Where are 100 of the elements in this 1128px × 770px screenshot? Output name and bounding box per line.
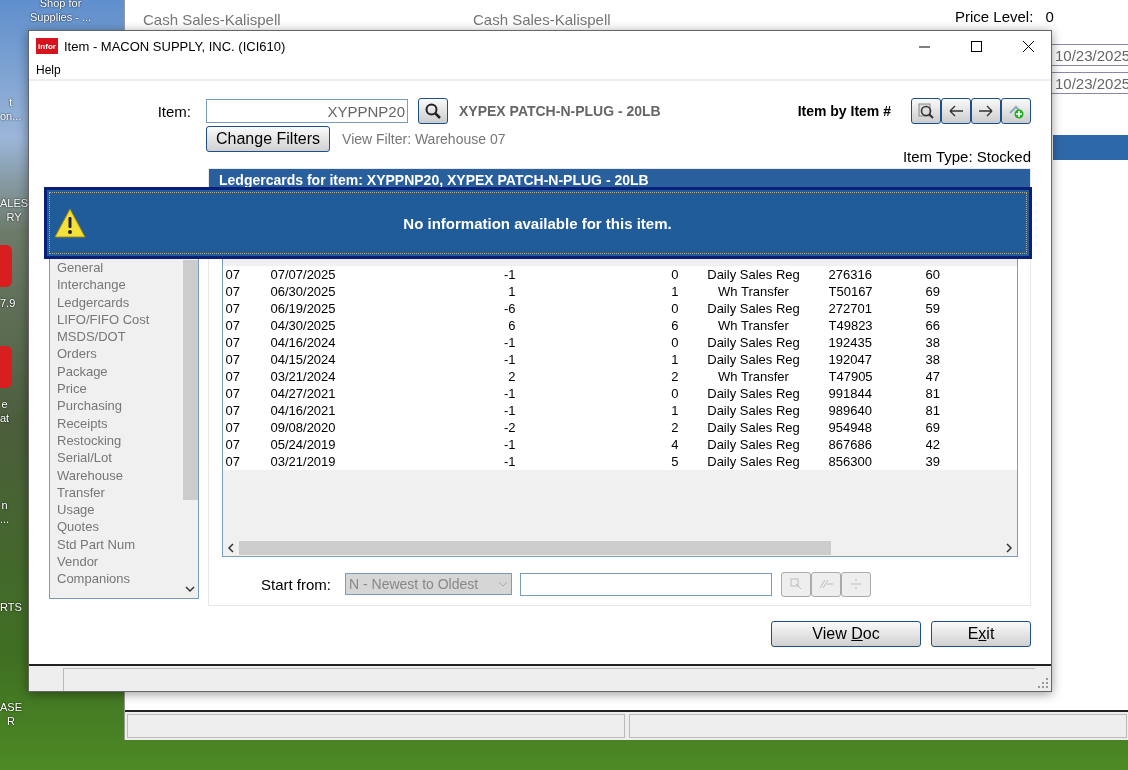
list-item[interactable]: Purchasing	[57, 397, 182, 415]
location-label: Cash Sales-Kalispell	[143, 11, 281, 28]
table-cell-text: 991844	[828, 385, 873, 402]
table-cell-text: 69	[925, 419, 941, 436]
table-cell-text: 07	[225, 266, 241, 283]
icon-label: R	[7, 714, 15, 728]
next-button[interactable]	[971, 98, 1001, 124]
list-item[interactable]: Transfer	[57, 483, 182, 502]
table-cell-text: Daily Sales Reg	[706, 300, 801, 317]
list-item[interactable]: Package	[57, 362, 182, 381]
table-cell-text: 5	[670, 453, 679, 470]
table-cell-text: Daily Sales Reg	[706, 334, 801, 351]
table-cell-text: 05/24/2019	[270, 436, 337, 453]
left-caret-icon[interactable]	[226, 543, 235, 553]
tool-icon	[788, 576, 804, 592]
table-cell-text: 81	[925, 402, 941, 419]
list-item[interactable]: General	[57, 259, 182, 277]
list-item[interactable]: Std Part Num	[57, 535, 182, 554]
table-cell-text: -1	[502, 351, 516, 368]
table-cell-text: 39	[925, 453, 941, 470]
change-filters-button[interactable]: Change Filters	[206, 126, 331, 152]
table-cell-text: -1	[502, 266, 516, 283]
table-cell-text: 38	[925, 351, 941, 368]
table-cell-text: 272701	[828, 300, 873, 317]
table-cell-text: 07	[225, 436, 241, 453]
icon-label: at	[0, 411, 10, 425]
right-caret-icon[interactable]	[1004, 543, 1013, 553]
maximize-icon	[970, 40, 982, 52]
table-cell-text: 03/21/2019	[270, 453, 337, 470]
menu-item[interactable]: Help	[36, 61, 61, 79]
table-cell-text: 66	[925, 317, 941, 334]
table-cell-text: -1	[502, 436, 516, 453]
table-cell-text: 38	[925, 334, 941, 351]
table-cell-text: Daily Sales Reg	[706, 266, 801, 283]
search-field[interactable]	[520, 572, 772, 596]
tool-icon	[848, 576, 864, 592]
table-cell-text: 59	[925, 300, 941, 317]
down-caret-icon[interactable]	[185, 585, 195, 593]
table-cell-text: Wh Transfer	[717, 368, 790, 385]
table-cell-text: 1	[670, 283, 679, 300]
icon-label: RY	[6, 210, 22, 224]
table-cell-text: 07	[225, 351, 241, 368]
list-item[interactable]: Orders	[57, 345, 182, 363]
table-cell-text: -1	[502, 402, 516, 419]
right-arrow-icon	[978, 103, 994, 119]
list-item[interactable]: Warehouse	[57, 466, 182, 484]
table-cell-text: 04/30/2025	[270, 317, 337, 334]
view-filter-label: View Filter: Warehouse 07	[342, 131, 506, 147]
table-cell-text: -1	[502, 453, 516, 470]
search-button[interactable]	[418, 98, 448, 124]
table-cell-text: 09/08/2020	[270, 419, 337, 436]
table-cell-text: 04/15/2024	[270, 351, 337, 368]
icon-label: t	[9, 95, 13, 109]
table-cell-text: Daily Sales Reg	[706, 436, 801, 453]
lookup-label: Item by Item #	[797, 103, 891, 119]
scrollbar-thumb[interactable]	[182, 260, 198, 500]
resize-grip-icon	[1038, 678, 1048, 688]
table-cell-text: 07	[225, 300, 241, 317]
list-item[interactable]: Quotes	[57, 518, 182, 536]
add-button[interactable]	[1001, 98, 1031, 124]
table-cell-text: 07	[225, 453, 241, 470]
list-item[interactable]: Receipts	[57, 414, 182, 432]
list-item[interactable]: Price	[57, 380, 182, 398]
field-label: Price Level:	[955, 8, 1034, 25]
exit-button[interactable]: Exit	[931, 621, 1031, 647]
icon-label: ASE	[0, 700, 22, 714]
list-item[interactable]: Companions	[57, 570, 182, 588]
icon-label: 7.9	[0, 296, 16, 310]
list-item[interactable]: Usage	[57, 501, 182, 519]
table-cell-text: -1	[502, 334, 516, 351]
item-field[interactable]: XYPPNP20	[206, 99, 408, 123]
list-item[interactable]: Serial/Lot	[57, 449, 182, 467]
scrollbar-thumb[interactable]	[238, 541, 831, 555]
table-cell-text: 04/16/2024	[270, 334, 337, 351]
table-cell-text: 6	[670, 317, 679, 334]
table-cell-text: 81	[925, 385, 941, 402]
table-cell-text: 07	[225, 385, 241, 402]
list-item[interactable]: LIFO/FIFO Cost	[57, 310, 182, 329]
previous-button[interactable]	[941, 98, 971, 124]
list-item[interactable]: Ledgercards	[57, 293, 182, 311]
item-description: XYPEX PATCH-N-PLUG - 20LB	[459, 103, 661, 119]
list-item[interactable]: Vendor	[57, 553, 182, 571]
table-cell-text: 989640	[828, 402, 873, 419]
icon-label: e	[1, 397, 8, 411]
table-cell-text: Wh Transfer	[717, 283, 790, 300]
list-item[interactable]: MSDS/DOT	[57, 328, 182, 346]
close-icon	[1022, 40, 1034, 52]
view-doc-button[interactable]: View Doc	[771, 621, 921, 647]
icon-label: Supplies - ...	[30, 10, 92, 24]
chevron-down-icon	[498, 581, 508, 587]
table-cell-text: 0	[670, 334, 679, 351]
table-cell-text: Daily Sales Reg	[706, 453, 801, 470]
table-cell-text: 2	[507, 368, 516, 385]
zoom-button[interactable]	[911, 98, 941, 124]
alert-message: No information available for this item.	[402, 214, 673, 232]
list-item[interactable]: Interchange	[57, 276, 182, 294]
list-item[interactable]: Restocking	[57, 431, 182, 450]
warning-icon	[54, 208, 86, 238]
table-cell-text: T50167	[828, 283, 874, 300]
table-cell-text: Daily Sales Reg	[706, 385, 801, 402]
